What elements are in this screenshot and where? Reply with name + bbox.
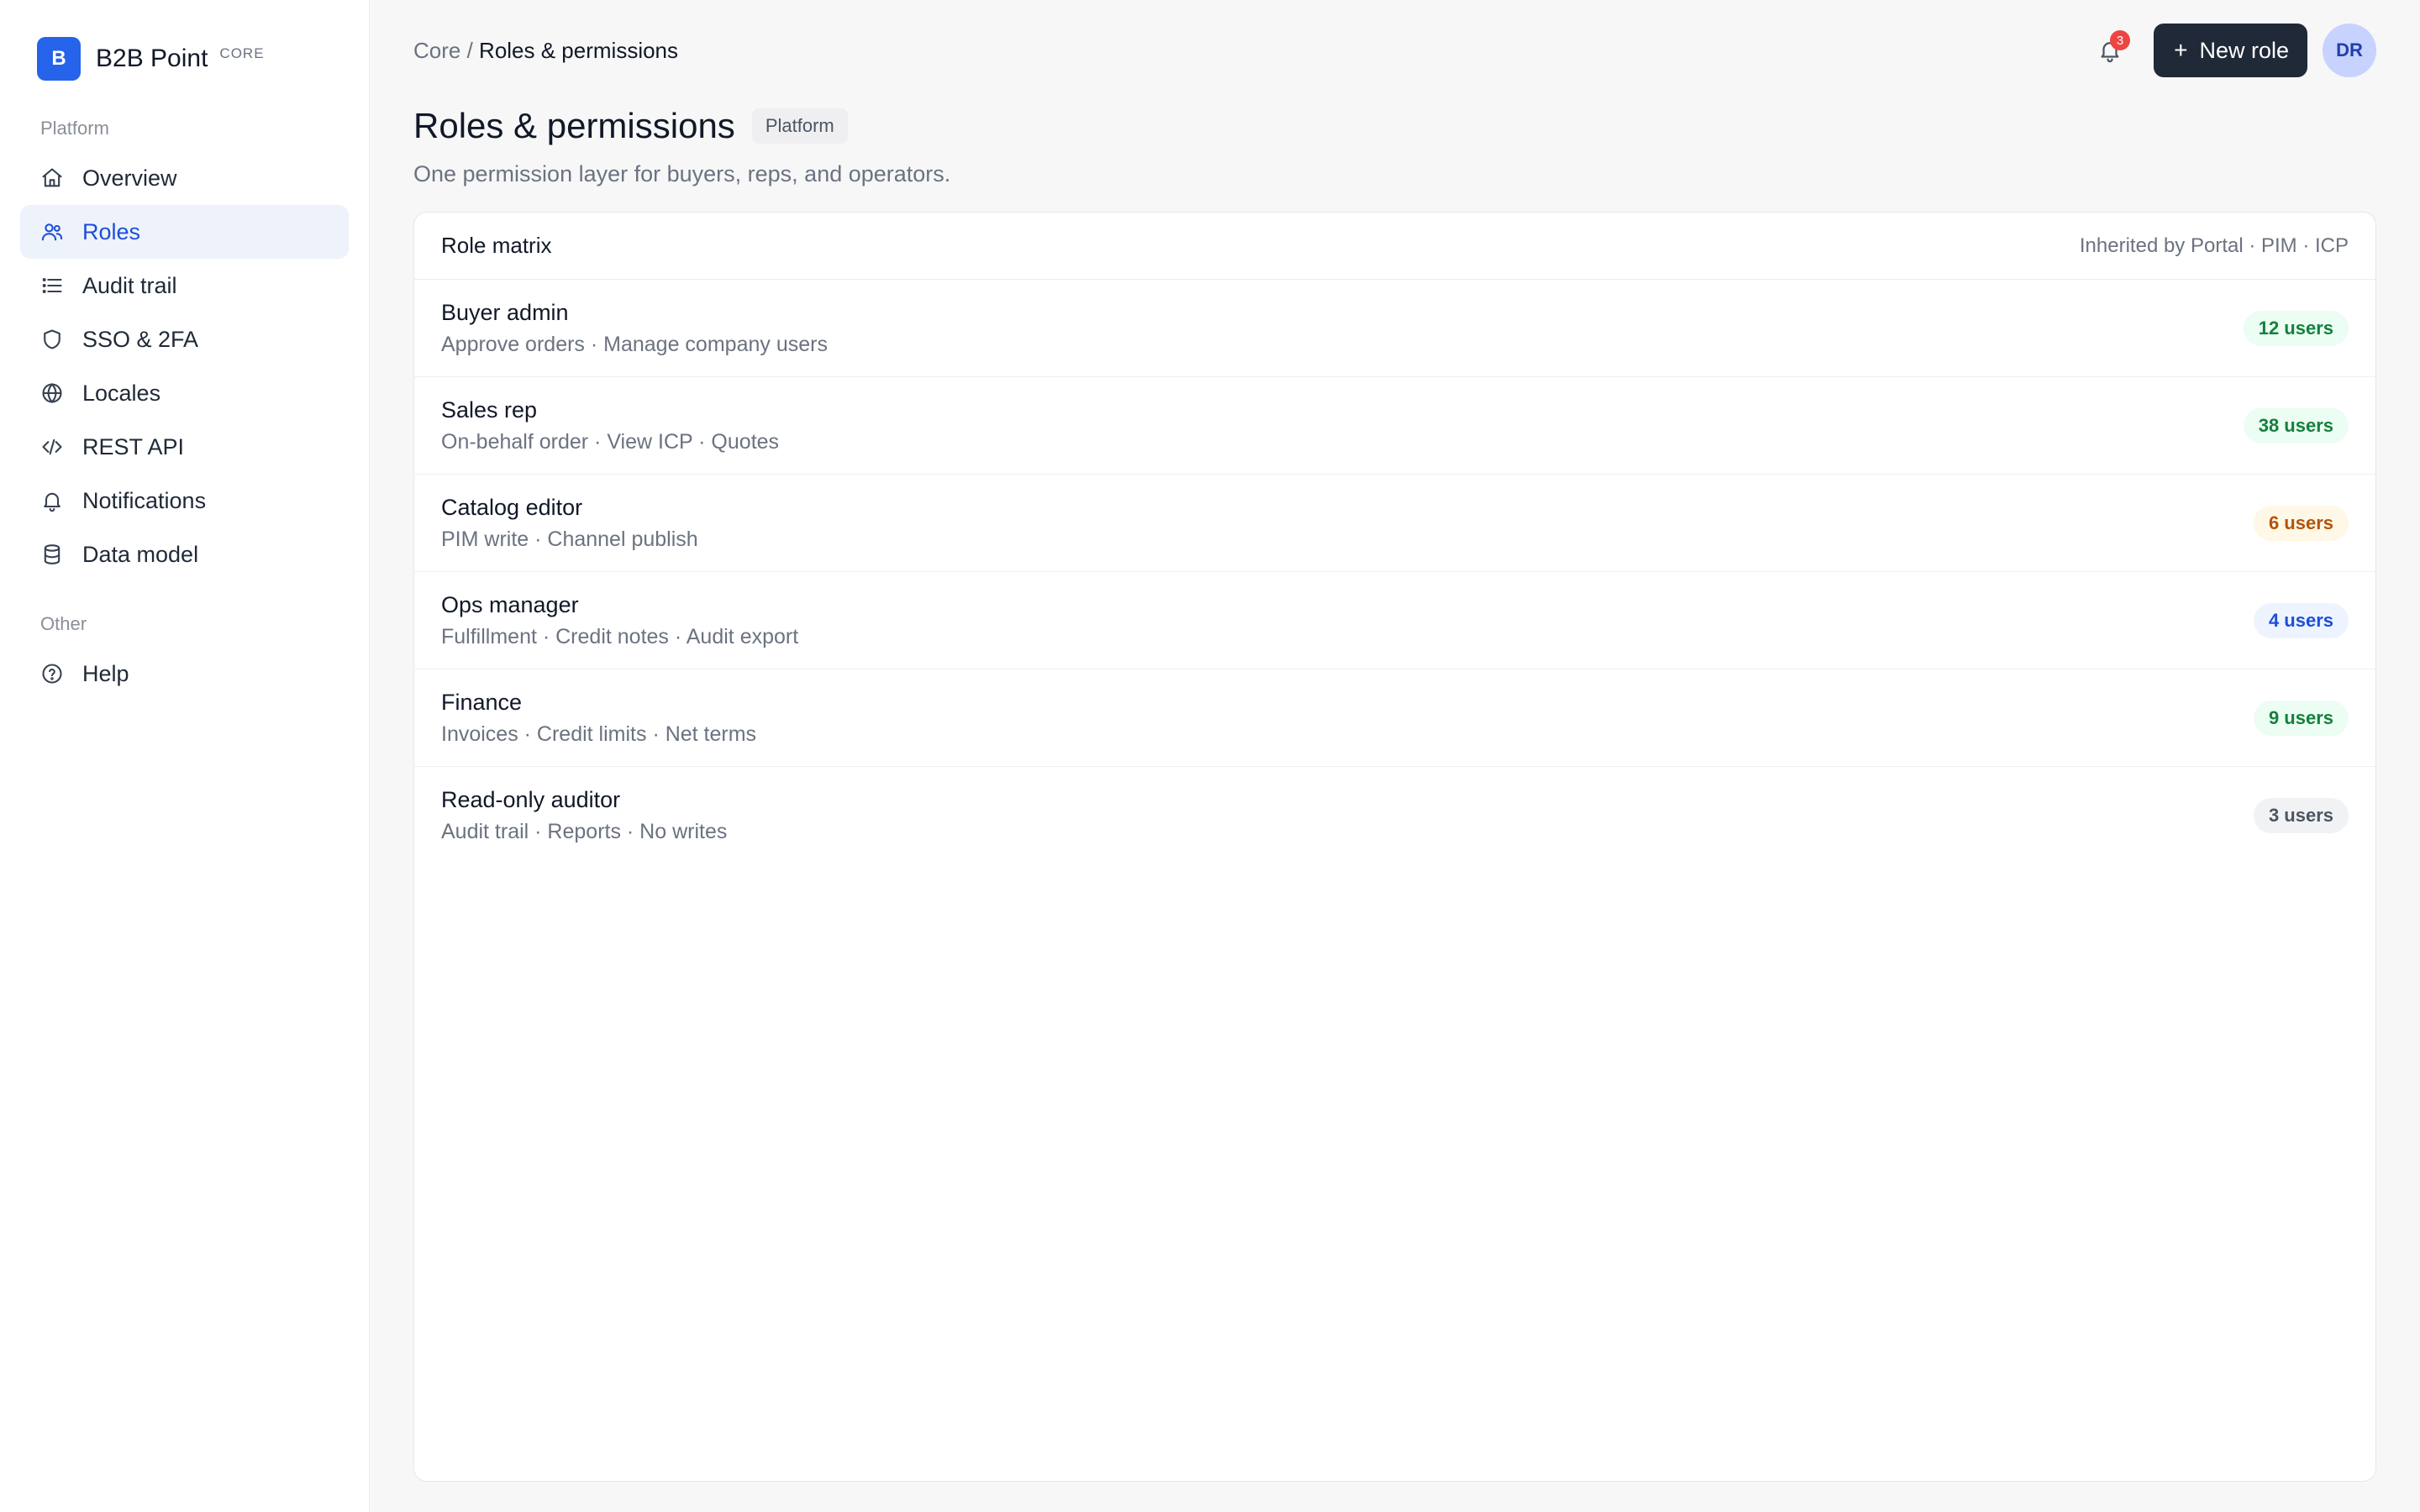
main-content: Core / Roles & permissions 3 + New role … (370, 0, 2420, 1512)
database-icon (40, 543, 64, 566)
home-icon (40, 166, 64, 190)
role-info: Buyer admin Approve orders · Manage comp… (441, 300, 828, 357)
page-subtitle: One permission layer for buyers, reps, a… (413, 161, 951, 186)
role-user-count: 4 users (2253, 602, 2349, 638)
role-info: Read-only auditor Audit trail · Reports … (441, 787, 727, 844)
role-user-count: 12 users (2243, 310, 2349, 346)
sidebar-item-data-model[interactable]: Data model (20, 528, 349, 581)
topbar: Core / Roles & permissions 3 + New role … (413, 0, 2376, 101)
sidebar-item-notifications[interactable]: Notifications (20, 474, 349, 528)
role-permissions: On-behalf order · View ICP · Quotes (441, 429, 780, 454)
page-badge: Platform (751, 108, 848, 144)
role-info: Sales rep On-behalf order · View ICP · Q… (441, 397, 779, 454)
role-row-read-only-auditor[interactable]: Read-only auditor Audit trail · Reports … (414, 767, 2375, 864)
sidebar-item-overview[interactable]: Overview (20, 151, 349, 205)
role-permissions: Audit trail · Reports · No writes (441, 820, 728, 843)
users-icon (40, 220, 64, 244)
role-permissions: Fulfillment · Credit notes · Audit expor… (441, 624, 799, 648)
role-user-count: 38 users (2243, 407, 2349, 444)
notifications-count-badge: 3 (2110, 30, 2131, 50)
sidebar-item-label: REST API (82, 433, 185, 459)
role-name: Ops manager (441, 591, 579, 617)
breadcrumb-current: Roles & permissions (479, 37, 679, 63)
sidebar-item-locales[interactable]: Locales (20, 366, 349, 420)
bell-icon (40, 489, 64, 512)
role-name: Read-only auditor (441, 787, 621, 812)
role-user-count: 3 users (2253, 798, 2349, 833)
shield-icon (40, 328, 64, 351)
role-permissions: Invoices · Credit limits · Net terms (441, 722, 757, 746)
role-matrix-title: Role matrix (441, 233, 552, 258)
avatar[interactable]: DR (2323, 24, 2376, 77)
title-row: Roles & permissions Platform (413, 106, 2376, 146)
role-name: Catalog editor (441, 494, 583, 520)
role-matrix-header: Role matrix Inherited by Portal · PIM · … (414, 213, 2375, 280)
sidebar-item-label: SSO & 2FA (82, 326, 199, 352)
breadcrumb: Core / Roles & permissions (413, 38, 678, 64)
sidebar-item-audit-trail[interactable]: Audit trail (20, 259, 349, 312)
role-user-count: 9 users (2253, 700, 2349, 736)
section-label-other: Other (40, 613, 87, 634)
sidebar-item-rest-api[interactable]: REST API (20, 420, 349, 474)
plus-icon: + (2174, 37, 2188, 63)
breadcrumb-parent[interactable]: Core / (413, 38, 473, 63)
role-row-finance[interactable]: Finance Invoices · Credit limits · Net t… (414, 669, 2375, 767)
role-name: Sales rep (441, 396, 538, 423)
role-name: Buyer admin (441, 299, 569, 325)
brand-logo: B (37, 37, 81, 81)
sidebar-item-label: Data model (82, 541, 199, 567)
role-row-buyer-admin[interactable]: Buyer admin Approve orders · Manage comp… (414, 280, 2375, 377)
brand-tag: CORE (219, 45, 265, 61)
help-circle-icon (40, 662, 64, 685)
sidebar-item-help[interactable]: Help (20, 647, 349, 701)
role-matrix-meta: Inherited by Portal · PIM · ICP (2079, 234, 2349, 257)
globe-icon (40, 381, 64, 405)
role-user-count: 6 users (2253, 505, 2349, 541)
brand[interactable]: B B2B Point CORE (20, 37, 349, 81)
role-info: Catalog editor PIM write · Channel publi… (441, 495, 698, 552)
role-row-catalog-editor[interactable]: Catalog editor PIM write · Channel publi… (414, 475, 2375, 572)
sidebar-item-label: Locales (82, 380, 161, 406)
role-permissions: PIM write · Channel publish (441, 527, 698, 551)
sidebar-item-sso-2fa[interactable]: SSO & 2FA (20, 312, 349, 366)
new-role-button[interactable]: + New role (2154, 24, 2307, 77)
sidebar-item-label: Help (82, 660, 129, 686)
role-info: Ops manager Fulfillment · Credit notes ·… (441, 592, 798, 649)
role-matrix-card: Role matrix Inherited by Portal · PIM · … (413, 212, 2376, 1482)
role-info: Finance Invoices · Credit limits · Net t… (441, 690, 756, 747)
role-permissions: Approve orders · Manage company users (441, 332, 828, 356)
sidebar-item-roles[interactable]: Roles (20, 205, 349, 259)
top-actions: 3 + New role DR (2093, 24, 2376, 77)
notifications-button[interactable]: 3 (2093, 30, 2131, 67)
sidebar-item-label: Notifications (82, 487, 207, 513)
brand-name: B2B Point (96, 45, 208, 72)
sidebar: B B2B Point CORE Platform Overview Roles… (0, 0, 370, 1512)
list-icon (40, 274, 64, 297)
role-row-sales-rep[interactable]: Sales rep On-behalf order · View ICP · Q… (414, 377, 2375, 475)
section-label-platform: Platform (40, 118, 109, 139)
code-icon (40, 435, 64, 459)
page-title: Roles & permissions (413, 106, 735, 145)
role-row-ops-manager[interactable]: Ops manager Fulfillment · Credit notes ·… (414, 572, 2375, 669)
sidebar-item-label: Overview (82, 165, 177, 191)
new-role-label: New role (2199, 37, 2289, 63)
role-name: Finance (441, 689, 523, 715)
sidebar-item-label: Roles (82, 218, 141, 244)
sidebar-item-label: Audit trail (82, 272, 177, 298)
